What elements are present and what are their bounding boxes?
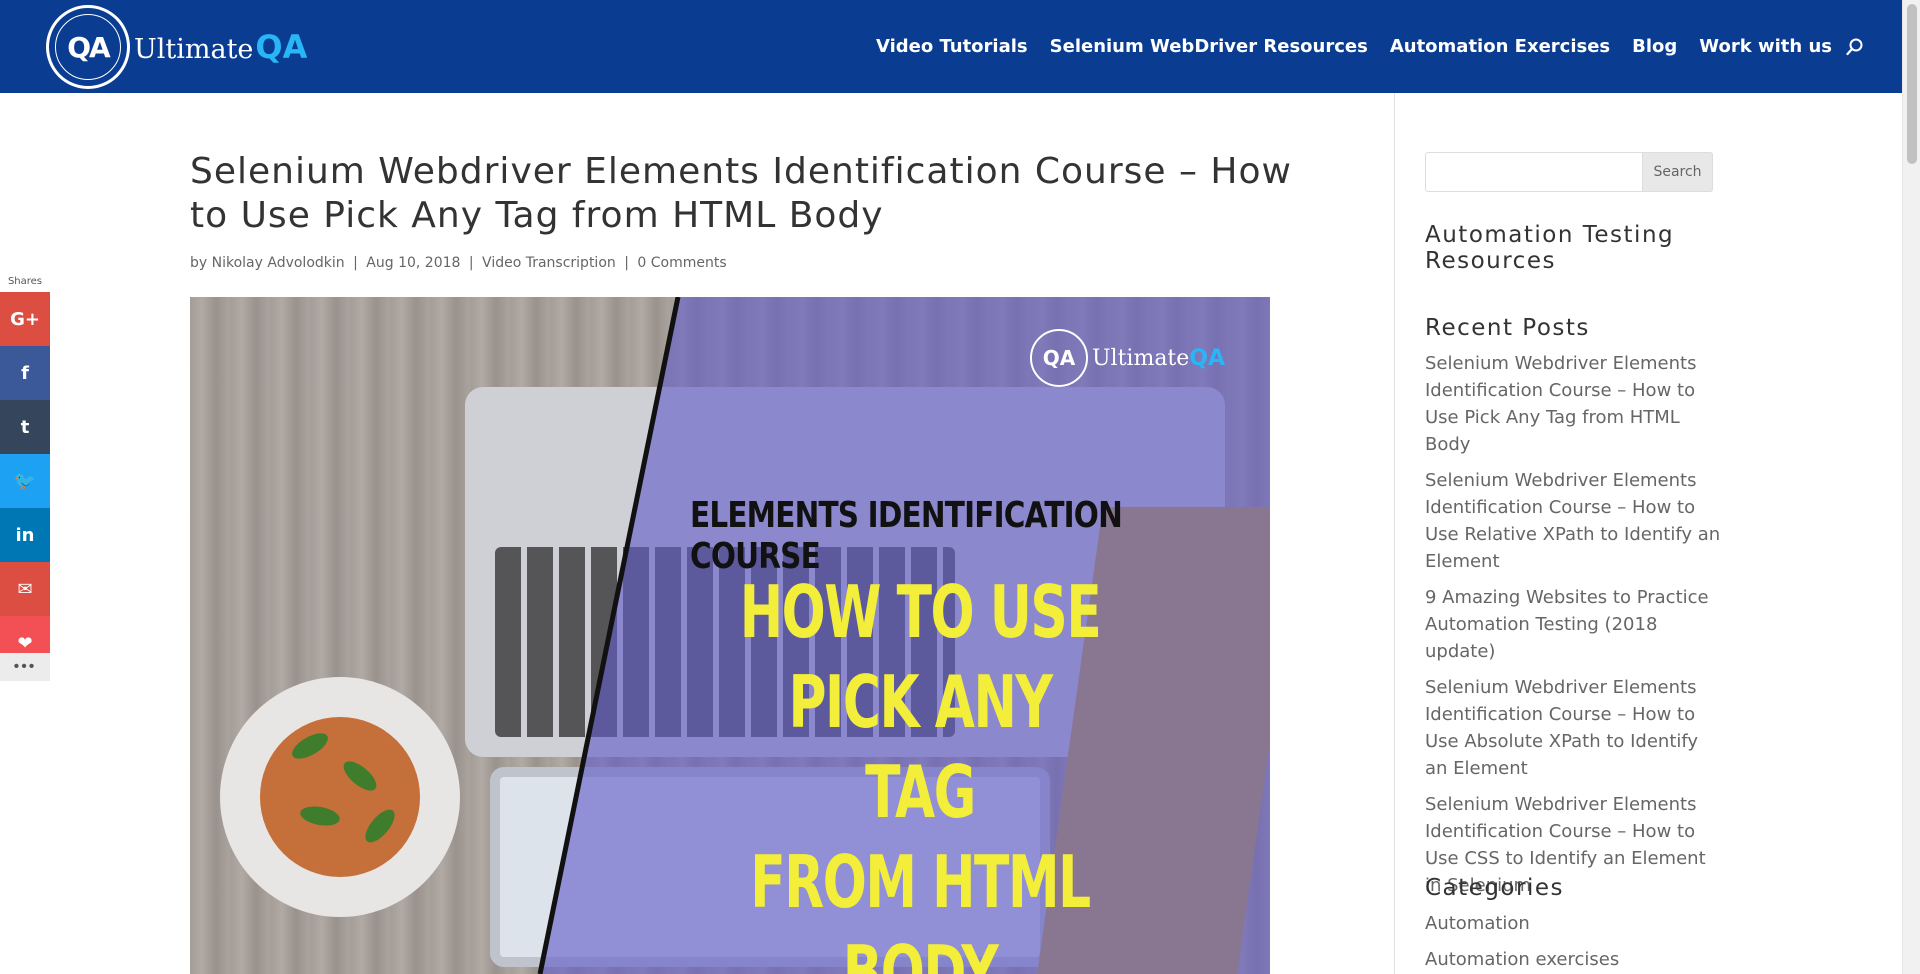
sidebar-search: Search (1425, 152, 1713, 192)
recent-post-link[interactable]: Selenium Webdriver Elements Identificati… (1425, 674, 1725, 782)
category-link[interactable]: Automation (1425, 910, 1725, 937)
site-header: QA UltimateQA Video Tutorials Selenium W… (0, 0, 1902, 93)
share-more-button[interactable]: ••• (0, 653, 50, 681)
image-logo: QA UltimateQA (1030, 329, 1225, 387)
share-tumblr-button[interactable]: t (0, 400, 50, 454)
nav-video-tutorials[interactable]: Video Tutorials (876, 36, 1028, 57)
nav-automation-exercises[interactable]: Automation Exercises (1390, 36, 1610, 57)
sidebar-divider (1394, 93, 1395, 974)
image-logo-qa: QA (1189, 345, 1226, 371)
search-icon[interactable] (1846, 38, 1864, 56)
category-link[interactable]: Automation exercises (1425, 946, 1725, 973)
recent-posts-title: Recent Posts (1425, 315, 1590, 341)
meta-comments-link[interactable]: 0 Comments (637, 255, 726, 271)
logo-wordmark: UltimateQA (134, 28, 307, 66)
meta-by: by (190, 255, 208, 271)
categories-list: Automation Automation exercises (1425, 910, 1725, 974)
twitter-icon: 🐦 (13, 470, 37, 492)
email-icon: ✉ (17, 578, 33, 600)
meta-separator: | (353, 255, 358, 271)
meta-separator: | (624, 255, 629, 271)
nav-work-with-us[interactable]: Work with us (1699, 36, 1832, 57)
image-headline-line2: FROM HTML BODY (750, 840, 1091, 974)
page-scrollbar[interactable] (1902, 0, 1920, 974)
search-input[interactable] (1425, 152, 1643, 192)
tumblr-icon: t (20, 416, 30, 438)
image-logo-brand: Ultimate (1092, 345, 1190, 371)
recent-post-link[interactable]: Selenium Webdriver Elements Identificati… (1425, 350, 1725, 458)
share-facebook-button[interactable]: f (0, 346, 50, 400)
post-title: Selenium Webdriver Elements Identificati… (190, 151, 1292, 236)
image-subtitle: ELEMENTS IDENTIFICATION COURSE (690, 495, 1123, 577)
recent-post-link[interactable]: Selenium Webdriver Elements Identificati… (1425, 467, 1725, 575)
facebook-icon: f (21, 362, 29, 384)
featured-image: QA UltimateQA ELEMENTS IDENTIFICATION CO… (190, 297, 1270, 974)
main-nav: Video Tutorials Selenium WebDriver Resou… (876, 36, 1832, 57)
share-google-plus-button[interactable]: G+ (0, 292, 50, 346)
share-linkedin-button[interactable]: in (0, 508, 50, 562)
nav-blog[interactable]: Blog (1632, 36, 1677, 57)
search-button[interactable]: Search (1643, 152, 1713, 192)
google-plus-icon: G+ (10, 308, 40, 330)
meta-author-link[interactable]: Nikolay Advolodkin (212, 255, 345, 271)
meta-separator: | (468, 255, 474, 271)
resources-widget-title: Automation Testing Resources (1425, 222, 1675, 274)
image-headline: HOW TO USE PICK ANY TAG FROM HTML BODY (726, 567, 1115, 974)
recent-posts-list: Selenium Webdriver Elements Identificati… (1425, 350, 1725, 908)
meta-category-link[interactable]: Video Transcription (482, 255, 616, 271)
linkedin-icon: in (15, 524, 35, 546)
image-headline-line1: HOW TO USE PICK ANY TAG (739, 570, 1102, 834)
logo-brand: Ultimate (134, 34, 254, 65)
scrollbar-thumb[interactable] (1907, 4, 1917, 164)
categories-title: Categories (1425, 875, 1564, 901)
recent-post-link[interactable]: 9 Amazing Websites to Practice Automatio… (1425, 584, 1725, 665)
share-email-button[interactable]: ✉ (0, 562, 50, 616)
site-logo[interactable]: QA UltimateQA (46, 5, 307, 89)
favorite-icon: ❤ (17, 632, 33, 654)
logo-qa-mark: QA (67, 30, 111, 64)
image-logo-badge: QA (1030, 329, 1088, 387)
logo-qa: QA (255, 28, 308, 66)
share-twitter-button[interactable]: 🐦 (0, 454, 50, 508)
shares-label: Shares (7, 276, 43, 287)
nav-selenium-resources[interactable]: Selenium WebDriver Resources (1050, 36, 1368, 57)
meta-date: Aug 10, 2018 (366, 255, 461, 271)
post-meta: by Nikolay Advolodkin | Aug 10, 2018 | V… (190, 255, 727, 271)
logo-badge: QA (46, 5, 130, 89)
